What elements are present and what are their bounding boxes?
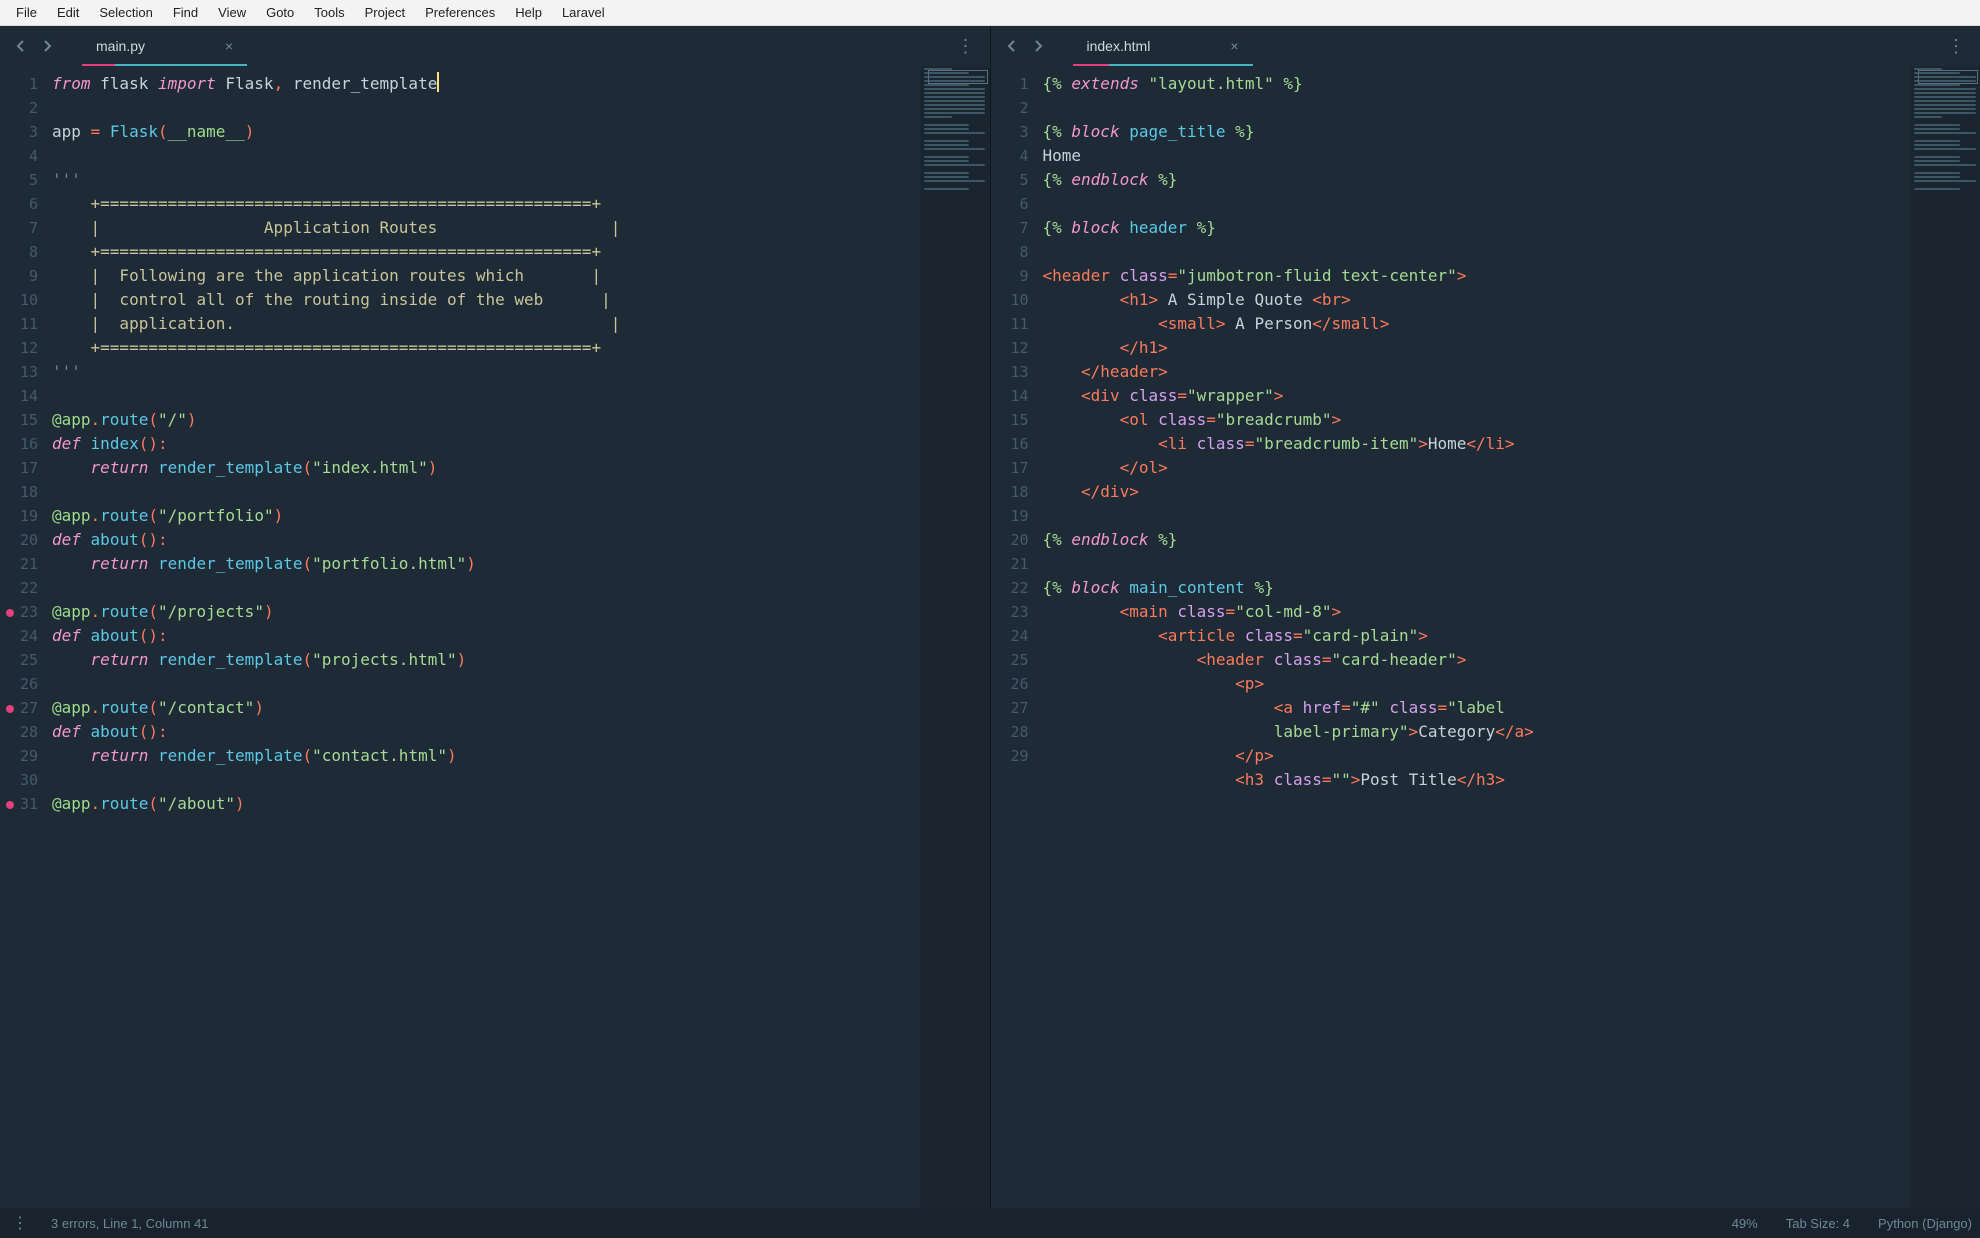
status-syntax[interactable]: Python (Django) [1878,1216,1972,1231]
menu-file[interactable]: File [6,3,47,22]
editor-right[interactable]: 1234567891011121314151617181920212223242… [991,66,1980,1208]
gutter: 1234567891011121314151617181920212223242… [991,66,1043,1208]
status-zoom[interactable]: 49% [1732,1216,1758,1231]
statusbar: ⋮ 3 errors, Line 1, Column 41 49% Tab Si… [0,1208,1980,1238]
menu-help[interactable]: Help [505,3,552,22]
more-icon[interactable]: ⋮ [949,30,984,63]
menu-selection[interactable]: Selection [89,3,162,22]
more-icon[interactable]: ⋮ [1939,30,1974,63]
nav-back-icon[interactable] [10,35,32,57]
tab-main-py[interactable]: main.py × [82,26,247,66]
status-tabsize[interactable]: Tab Size: 4 [1786,1216,1850,1231]
right-pane: index.html × ⋮ 1234567891011121314151617… [990,26,1980,1208]
tab-index-html[interactable]: index.html × [1073,26,1253,66]
left-pane: main.py × ⋮ 1234567891011121314151617181… [0,26,990,1208]
nav-forward-icon[interactable] [36,35,58,57]
menu-icon[interactable]: ⋮ [8,1213,33,1233]
editor-left[interactable]: 1234567891011121314151617181920212223242… [0,66,990,1208]
close-icon[interactable]: × [1230,39,1238,53]
menu-laravel[interactable]: Laravel [552,3,615,22]
menu-view[interactable]: View [208,3,256,22]
code-surface[interactable]: from flask import Flask, render_template… [52,66,920,1208]
tab-title: index.html [1087,38,1151,54]
gutter: 1234567891011121314151617181920212223242… [0,66,52,1208]
menu-goto[interactable]: Goto [256,3,304,22]
menu-edit[interactable]: Edit [47,3,89,22]
status-errors[interactable]: 3 errors, Line 1, Column 41 [51,1216,209,1231]
close-icon[interactable]: × [225,39,233,53]
nav-forward-icon[interactable] [1027,35,1049,57]
menu-find[interactable]: Find [163,3,208,22]
workspace: main.py × ⋮ 1234567891011121314151617181… [0,26,1980,1208]
tabstrip-right: index.html × ⋮ [991,26,1980,66]
tabstrip-left: main.py × ⋮ [0,26,990,66]
code-surface[interactable]: {% extends "layout.html" %} {% block pag… [1043,66,1911,1208]
minimap[interactable] [920,66,990,1208]
menu-preferences[interactable]: Preferences [415,3,505,22]
minimap[interactable] [1910,66,1980,1208]
nav-back-icon[interactable] [1001,35,1023,57]
menu-tools[interactable]: Tools [304,3,354,22]
menu-project[interactable]: Project [355,3,415,22]
tab-title: main.py [96,38,145,54]
menubar: FileEditSelectionFindViewGotoToolsProjec… [0,0,1980,26]
